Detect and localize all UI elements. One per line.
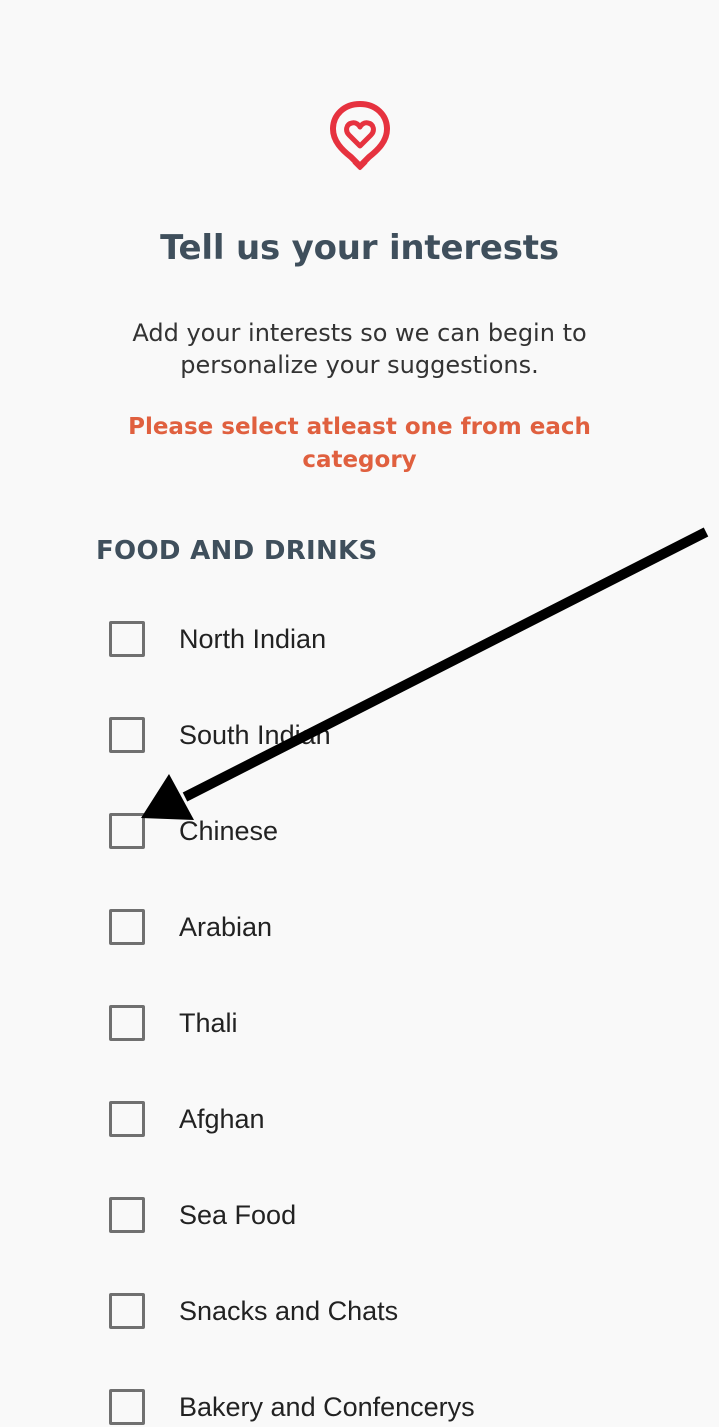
option-label: Snacks and Chats	[179, 1295, 399, 1326]
interest-option-afghan[interactable]: Afghan	[109, 1099, 265, 1139]
heart-location-pin-icon	[330, 101, 390, 170]
checkbox[interactable]	[109, 621, 145, 657]
option-label: Thali	[179, 1007, 238, 1038]
option-label: Sea Food	[179, 1199, 297, 1230]
checkbox[interactable]	[109, 1197, 145, 1233]
option-label: Chinese	[179, 815, 279, 846]
checkbox[interactable]	[109, 717, 145, 753]
checkbox[interactable]	[109, 909, 145, 945]
checkbox[interactable]	[109, 1101, 145, 1137]
interest-option-chinese[interactable]: Chinese	[109, 811, 278, 851]
option-label: Bakery and Confencerys	[179, 1391, 475, 1422]
selection-warning: Please select atleast one from each cate…	[128, 414, 591, 473]
interest-option-arabian[interactable]: Arabian	[109, 907, 272, 947]
interest-option-south-indian[interactable]: South Indian	[109, 715, 331, 755]
option-label: South Indian	[179, 719, 331, 750]
checkbox[interactable]	[109, 1005, 145, 1041]
checkbox[interactable]	[109, 813, 145, 849]
interest-option-thali[interactable]: Thali	[109, 1003, 238, 1043]
page-title: Tell us your interests	[160, 228, 559, 268]
section-heading-food-and-drinks: FOOD AND DRINKS	[96, 536, 378, 566]
interest-option-sea-food[interactable]: Sea Food	[109, 1195, 296, 1235]
checkbox[interactable]	[109, 1293, 145, 1329]
interest-option-snacks-and-chats[interactable]: Snacks and Chats	[109, 1291, 398, 1331]
interest-option-north-indian[interactable]: North Indian	[109, 619, 326, 659]
page-subtitle: Add your interests so we can begin to pe…	[132, 319, 587, 379]
option-label: Arabian	[179, 911, 273, 942]
option-label: North Indian	[179, 623, 327, 654]
pointer-arrow-icon	[141, 527, 709, 820]
option-label: Afghan	[179, 1103, 265, 1134]
interest-option-bakery-and-confencerys[interactable]: Bakery and Confencerys	[109, 1387, 475, 1427]
